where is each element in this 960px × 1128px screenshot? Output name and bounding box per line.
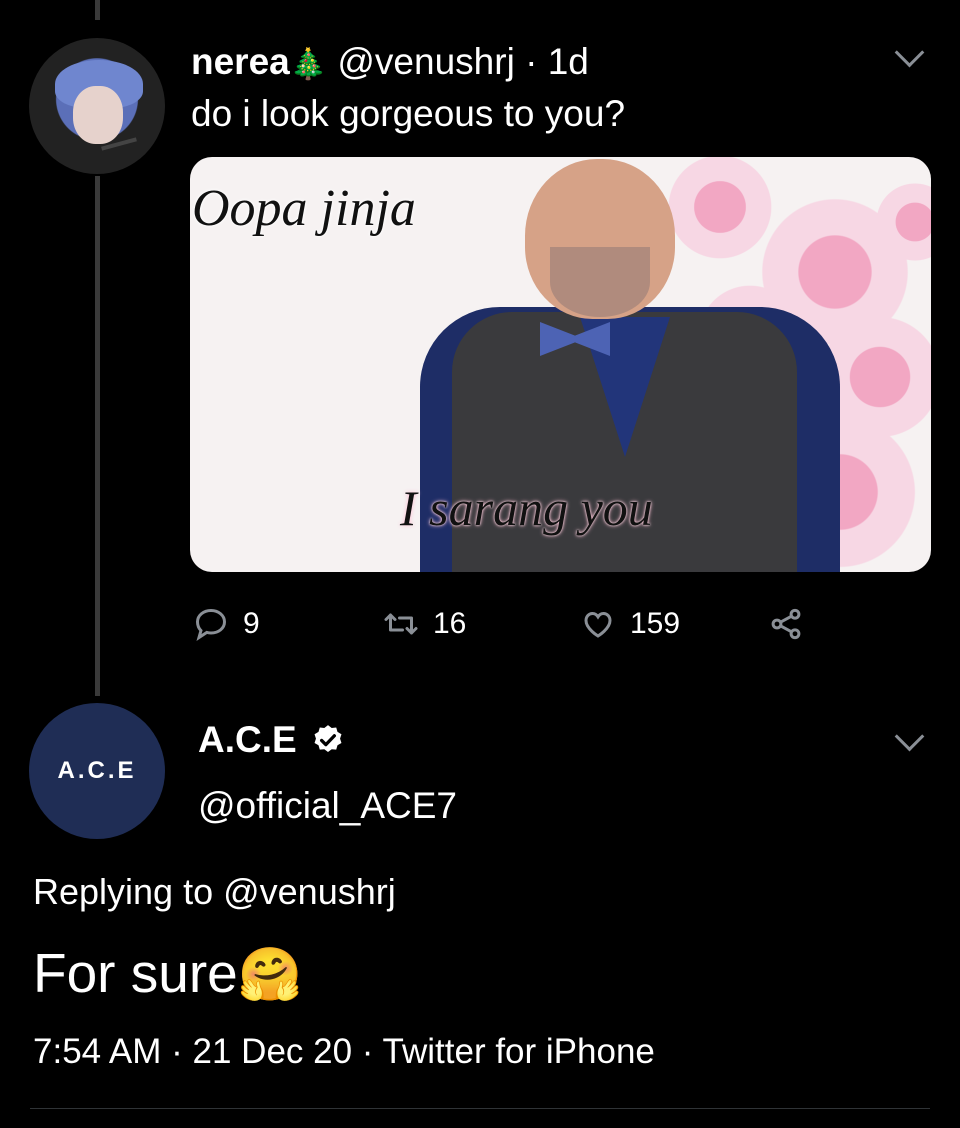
retweet-button[interactable]: 16 xyxy=(383,600,466,648)
tweet-text: do i look gorgeous to you? xyxy=(191,93,626,134)
reply-icon xyxy=(195,608,227,641)
reply-button[interactable]: 9 xyxy=(193,600,260,648)
hugging-face-emoji: 🤗 xyxy=(237,946,303,1004)
replying-to[interactable]: Replying to @venushrj xyxy=(33,870,396,914)
reply-text: For sure xyxy=(33,942,238,1004)
thread-line-top xyxy=(95,0,100,20)
display-name[interactable]: nerea xyxy=(191,41,290,82)
dot-separator: · xyxy=(514,41,548,82)
like-button[interactable]: 159 xyxy=(580,600,680,648)
image-caption-top: Oopa jinja xyxy=(192,180,416,237)
like-icon xyxy=(584,611,612,638)
avatar-nerea[interactable] xyxy=(29,38,165,174)
avatar-ace[interactable]: A.C.E xyxy=(29,703,165,839)
tweet-actions: 9 16 159 xyxy=(193,600,833,648)
share-button[interactable] xyxy=(768,600,804,648)
handle[interactable]: @venushrj xyxy=(337,41,514,82)
reply-count: 9 xyxy=(243,607,260,640)
tweet2-header: A.C.E xyxy=(198,718,345,762)
avatar-logo-text: A.C.E xyxy=(57,757,137,784)
tweet-image[interactable]: Oopa jinja I sarang you xyxy=(190,157,931,572)
tweet-text: For sure🤗 xyxy=(33,940,303,1008)
chevron-down-icon[interactable] xyxy=(894,721,925,752)
share-icon xyxy=(771,608,801,640)
timestamp[interactable]: 1d xyxy=(548,41,589,82)
tweet-header: nerea🎄 @venushrj · 1d xyxy=(191,40,589,87)
like-count: 159 xyxy=(630,607,681,640)
chevron-down-icon[interactable] xyxy=(894,37,925,68)
handle[interactable]: @official_ACE7 xyxy=(198,784,457,828)
display-name[interactable]: A.C.E xyxy=(198,718,297,762)
image-caption-bottom: I sarang you xyxy=(400,480,653,536)
verified-badge-icon xyxy=(314,725,342,753)
retweet-icon xyxy=(384,613,418,635)
divider xyxy=(30,1108,930,1109)
thread-line xyxy=(95,176,100,696)
tweet-footer-meta: 7:54 AM · 21 Dec 20 · Twitter for iPhone xyxy=(33,1032,655,1071)
christmas-tree-emoji: 🎄 xyxy=(289,48,328,81)
retweet-count: 16 xyxy=(433,607,467,640)
